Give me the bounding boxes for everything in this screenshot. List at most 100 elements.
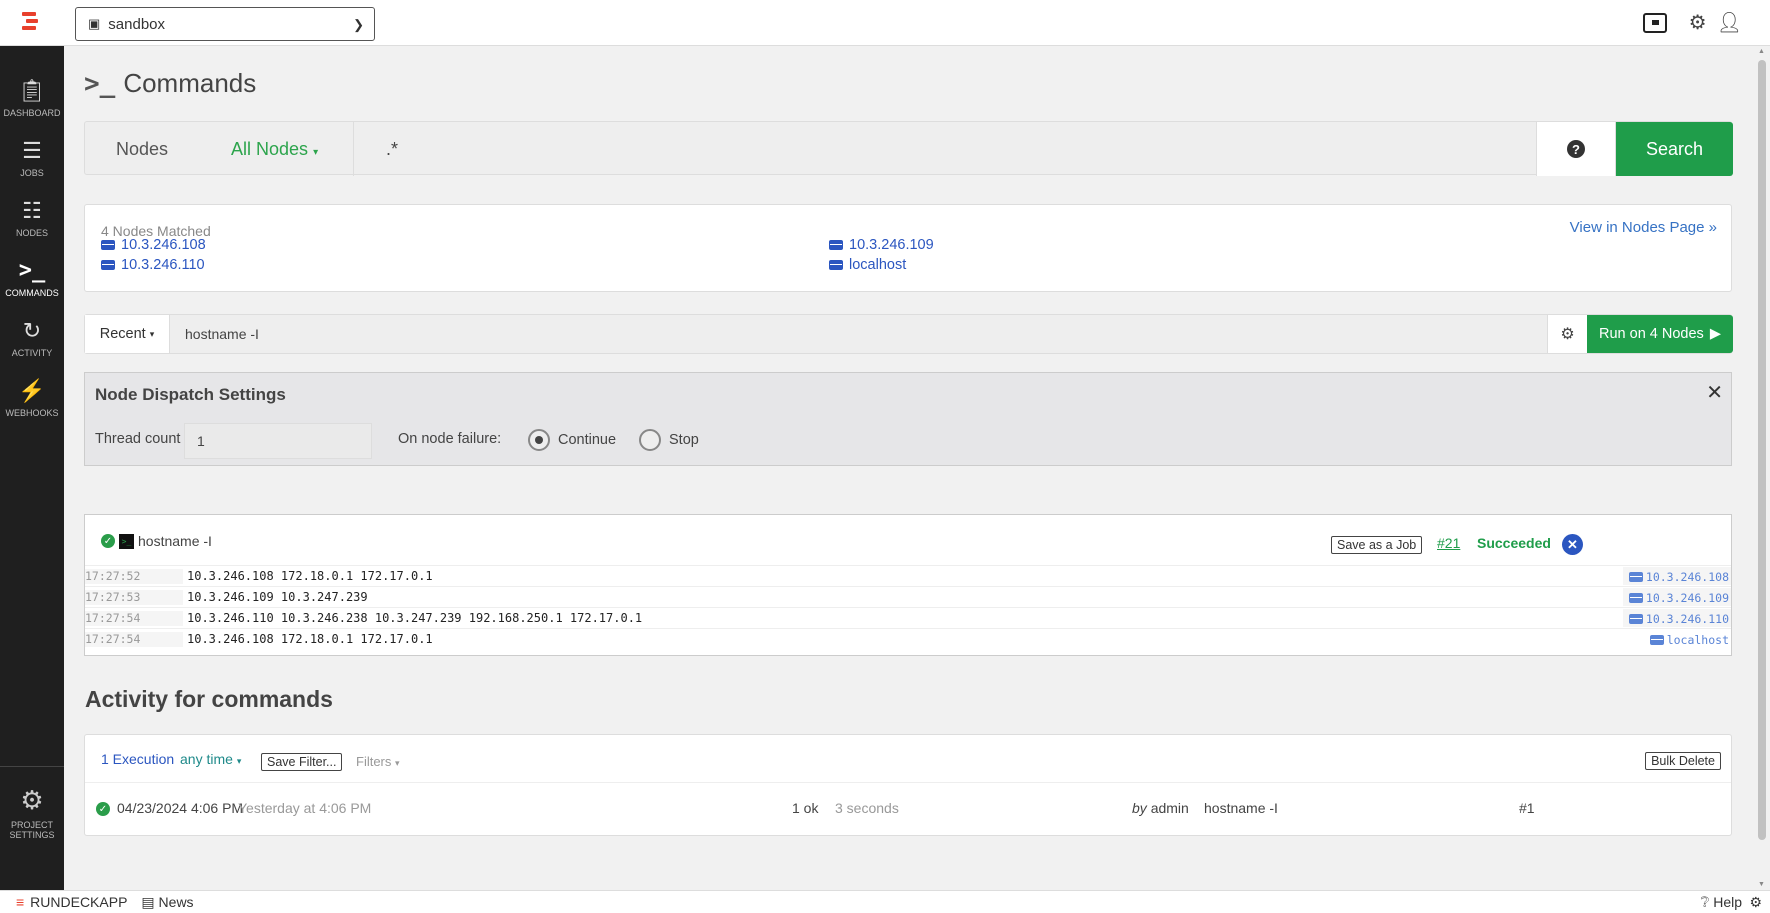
sidebar-item-label: WEBHOOKS (5, 408, 59, 418)
sidebar-item-webhooks[interactable]: ⚡ WEBHOOKS (0, 376, 64, 418)
close-icon[interactable]: ✕ (1706, 380, 1723, 405)
node-link[interactable]: 10.3.246.109 (1622, 588, 1731, 606)
view-in-nodes-link[interactable]: View in Nodes Page » (1570, 219, 1717, 236)
all-nodes-dropdown[interactable]: All Nodes ▾ (231, 139, 318, 160)
news-link[interactable]: ▤ News (141, 894, 193, 911)
filters-dropdown[interactable]: Filters ▾ (356, 754, 400, 769)
activity-row[interactable]: ✓ 04/23/2024 4:06 PM Yesterday at 4:06 P… (85, 783, 1731, 835)
sidebar-item-label: DASHBOARD (3, 108, 61, 118)
sidebar-item-commands[interactable]: >_ COMMANDS (0, 256, 64, 298)
node-link[interactable]: 10.3.246.108 (1622, 567, 1731, 585)
server-icon (1649, 635, 1664, 645)
thread-count-label: Thread count (95, 431, 181, 447)
server-icon (829, 240, 843, 250)
scrollbar[interactable]: ▲ ▼ (1755, 46, 1770, 890)
success-icon: ✓ (101, 534, 115, 548)
node-link[interactable]: 10.3.246.108 (101, 237, 206, 253)
execution-count-link[interactable]: 1 Execution (101, 751, 174, 767)
execution-output: ✓ >_ hostname -I Save as a Job #21 Succe… (84, 514, 1732, 656)
gear-icon[interactable]: ⚙ (1689, 10, 1707, 35)
node-filter-input[interactable] (355, 122, 1536, 176)
scroll-down-icon: ▼ (1758, 881, 1765, 888)
server-icon (1628, 614, 1643, 624)
log-row: 17:27:52 10.3.246.108 172.18.0.1 172.17.0… (85, 565, 1731, 586)
bulk-delete-button[interactable]: Bulk Delete (1645, 752, 1721, 770)
execution-id[interactable]: #1 (1519, 800, 1535, 816)
terminal-icon: >_ (18, 258, 46, 283)
output-header: ✓ >_ hostname -I (101, 533, 212, 549)
thread-count-input[interactable] (184, 423, 372, 459)
gears-icon: ⚙ (20, 785, 44, 815)
question-icon: ? (1567, 140, 1585, 158)
gear-icon: ⚙ (1560, 326, 1575, 343)
command-input[interactable] (175, 317, 775, 351)
continue-radio[interactable]: Continue (528, 429, 616, 451)
search-button[interactable]: Search (1616, 122, 1733, 176)
scrollbar-thumb[interactable] (1758, 60, 1766, 840)
sidebar-item-label: JOBS (20, 168, 44, 178)
log-row: 17:27:54 10.3.246.108 172.18.0.1 172.17.0… (85, 628, 1731, 649)
list-icon: ☰ (22, 138, 42, 163)
footer-bar: ≡ RUNDECKAPP ▤ News ❔︎ Help ⚙ (0, 890, 1770, 913)
history-icon: ↻ (22, 318, 42, 343)
brand-link[interactable]: ≡ RUNDECKAPP (16, 894, 127, 910)
save-filter-button[interactable]: Save Filter... (261, 753, 343, 771)
save-as-job-button[interactable]: Save as a Job (1331, 536, 1423, 554)
server-icon (101, 260, 115, 270)
run-button[interactable]: Run on 4 Nodes ▶ (1587, 315, 1733, 353)
sidebar-item-nodes[interactable]: ☷ NODES (0, 196, 64, 238)
success-icon: ✓ (96, 802, 110, 816)
nodes-label: Nodes (116, 139, 169, 159)
node-link[interactable]: 10.3.246.110 (1622, 609, 1731, 627)
node-link[interactable]: 10.3.246.110 (101, 257, 205, 273)
chevron-down-icon: ❯ (353, 17, 364, 32)
clipboard-icon: 📋︎ (18, 78, 46, 103)
server-icon (101, 240, 115, 250)
rundeck-logo-icon: ≡ (16, 894, 25, 910)
help-link[interactable]: ❔︎ Help (1701, 894, 1742, 911)
question-icon: ❔︎ (1700, 893, 1710, 910)
filter-help-button[interactable]: ? (1536, 122, 1616, 176)
recent-dropdown[interactable]: Recent ▾ (85, 315, 170, 353)
node-link[interactable]: 10.3.246.109 (829, 237, 934, 253)
main-content: >_Commands Nodes All Nodes ▾ ? Search 4 … (64, 46, 1755, 890)
play-icon: ▶ (1709, 326, 1721, 342)
top-navbar: ▣ sandbox ❯ ⚙ 👤︎ (0, 0, 1770, 46)
scroll-up-icon: ▲ (1758, 48, 1765, 55)
activity-panel: 1 Execution any time ▾ Save Filter... Fi… (84, 734, 1732, 836)
sidebar-item-label: COMMANDS (5, 288, 59, 298)
node-dispatch-settings: Node Dispatch Settings ✕ Thread count On… (84, 372, 1732, 466)
dispatch-title: Node Dispatch Settings (95, 385, 286, 404)
stop-radio[interactable]: Stop (639, 429, 699, 451)
page-title: >_ Commands (84, 68, 257, 99)
sidebar-item-project-settings[interactable]: ⚙ PROJECT SETTINGS (0, 766, 64, 840)
project-select[interactable]: ▣ sandbox ❯ (75, 7, 375, 41)
node-link[interactable]: localhost (1644, 630, 1731, 648)
node-link[interactable]: localhost (829, 257, 906, 273)
sidebar-item-label: ACTIVITY (11, 348, 53, 358)
execution-link[interactable]: #21 (1437, 535, 1460, 551)
execution-date: 04/23/2024 4:06 PM (117, 800, 244, 816)
server-icon (1628, 593, 1643, 603)
node-failure-label: On node failure: (398, 431, 502, 447)
project-name: sandbox (108, 15, 166, 33)
chat-icon[interactable] (1642, 12, 1667, 33)
terminal-icon: >_ (119, 533, 134, 549)
sidebar-item-jobs[interactable]: ☰ JOBS (0, 136, 64, 178)
plug-icon: ⚡ (18, 378, 46, 403)
sidebar-item-dashboard[interactable]: 📋︎ DASHBOARD (0, 76, 64, 118)
execution-user: by admin (1132, 800, 1189, 816)
user-icon[interactable]: 👤︎ (1717, 10, 1742, 35)
rundeck-logo[interactable] (22, 12, 44, 34)
sitemap-icon: ☷ (22, 198, 42, 223)
gear-icon[interactable]: ⚙ (1749, 894, 1762, 911)
sidebar-item-activity[interactable]: ↻ ACTIVITY (0, 316, 64, 358)
command-bar: Recent ▾ ⚙ Run on 4 Nodes▶ (84, 314, 1733, 354)
time-filter-dropdown[interactable]: any time ▾ (180, 751, 241, 767)
close-icon[interactable]: ✕ (1562, 534, 1583, 555)
node-filter-bar: Nodes All Nodes ▾ ? Search (84, 121, 1733, 176)
dispatch-settings-button[interactable]: ⚙ (1547, 315, 1587, 353)
status-badge: Succeeded (1477, 535, 1551, 551)
log-row: 17:27:53 10.3.246.109 10.3.247.239 10.3.2… (85, 586, 1731, 607)
sidebar-item-label: PROJECT (10, 820, 53, 830)
